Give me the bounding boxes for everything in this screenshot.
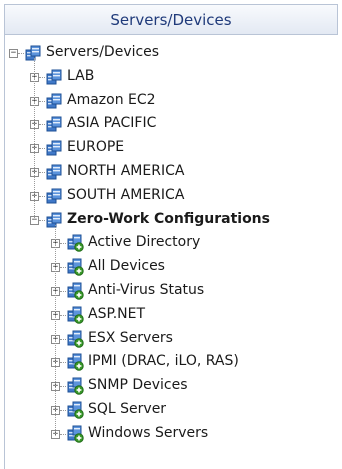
tree-item-europe[interactable]: EUROPE — [67, 139, 124, 155]
tree-item-lab[interactable]: LAB — [67, 68, 94, 84]
tree-item-snmp-devices[interactable]: SNMP Devices — [88, 377, 188, 393]
expander-servers-devices[interactable]: − — [9, 49, 18, 58]
tree-item-esx-servers[interactable]: ESX Servers — [88, 330, 173, 346]
servers-devices-panel: Servers/Devices − Servers/Devices + LAB + Ama… — [0, 0, 342, 469]
device-tree: − Servers/Devices + LAB + Amazon EC2 + ASIA PAC… — [0, 0, 342, 469]
tree-item-all-devices[interactable]: All Devices — [88, 258, 165, 274]
tree-item-amazon-ec2[interactable]: Amazon EC2 — [67, 92, 156, 108]
server-group-icon — [45, 163, 63, 181]
tree-item-south-america[interactable]: SOUTH AMERICA — [67, 187, 184, 203]
tree-connector — [55, 224, 56, 434]
config-group-icon — [66, 377, 84, 395]
server-group-icon — [45, 139, 63, 157]
tree-item-asia-pacific[interactable]: ASIA PACIFIC — [67, 115, 156, 131]
tree-item-servers-devices[interactable]: Servers/Devices — [46, 44, 159, 60]
config-group-icon — [66, 353, 84, 371]
tree-item-zero-work-configurations[interactable]: Zero-Work Configurations — [67, 211, 270, 227]
server-group-icon — [45, 68, 63, 86]
server-group-icon — [24, 44, 42, 62]
config-group-icon — [66, 425, 84, 443]
config-group-icon — [66, 306, 84, 324]
server-group-icon — [45, 187, 63, 205]
config-group-icon — [66, 330, 84, 348]
server-group-icon — [45, 211, 63, 229]
config-group-icon — [66, 401, 84, 419]
server-group-icon — [45, 115, 63, 133]
tree-item-ipmi-drac-ilo-ras[interactable]: IPMI (DRAC, iLO, RAS) — [88, 353, 239, 369]
tree-item-sql-server[interactable]: SQL Server — [88, 401, 166, 417]
tree-connector — [34, 58, 35, 220]
tree-item-north-america[interactable]: NORTH AMERICA — [67, 163, 184, 179]
tree-item-asp-net[interactable]: ASP.NET — [88, 306, 145, 322]
config-group-icon — [66, 234, 84, 252]
server-group-icon — [45, 92, 63, 110]
tree-item-windows-servers[interactable]: Windows Servers — [88, 425, 208, 441]
tree-item-anti-virus-status[interactable]: Anti-Virus Status — [88, 282, 204, 298]
tree-item-active-directory[interactable]: Active Directory — [88, 234, 200, 250]
config-group-icon — [66, 282, 84, 300]
config-group-icon — [66, 258, 84, 276]
